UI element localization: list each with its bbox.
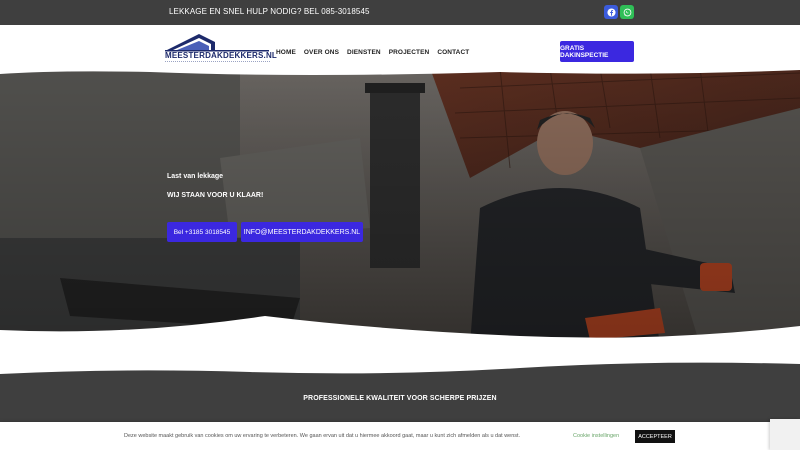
- cookie-text: Deze website maakt gebruik van cookies o…: [124, 433, 521, 439]
- quality-title: PROFESSIONELE KWALITEIT VOOR SCHERPE PRI…: [303, 395, 497, 402]
- logo-text: MEESTERDAKDEKKERS.NL: [165, 51, 278, 60]
- nav-projecten[interactable]: PROJECTEN: [389, 49, 430, 56]
- band-curve: [0, 360, 800, 374]
- site-header: MEESTERDAKDEKKERS.NL HOME OVER ONS DIENS…: [0, 25, 800, 70]
- facebook-button[interactable]: [604, 5, 618, 19]
- nav-home[interactable]: HOME: [276, 49, 296, 56]
- gratis-dakinspectie-button[interactable]: GRATIS DAKINSPECTIE: [560, 41, 634, 62]
- facebook-icon: [606, 7, 616, 17]
- page: LEKKAGE EN SNEL HULP NODIG? BEL 085-3018…: [0, 0, 800, 450]
- site-logo[interactable]: MEESTERDAKDEKKERS.NL: [165, 30, 277, 66]
- top-bar-text: LEKKAGE EN SNEL HULP NODIG? BEL 085-3018…: [169, 7, 370, 16]
- hero-subtitle: Last van lekkage: [167, 173, 224, 180]
- nav-diensten[interactable]: DIENSTEN: [347, 49, 381, 56]
- hero-section: Last van lekkage WIJ STAAN VOOR U KLAAR!…: [0, 68, 800, 345]
- whatsapp-button[interactable]: [620, 5, 634, 19]
- call-button[interactable]: Bel +3185 3018545: [167, 222, 237, 242]
- top-bar: LEKKAGE EN SNEL HULP NODIG? BEL 085-3018…: [0, 0, 800, 25]
- email-button[interactable]: INFO@MEESTERDAKDEKKERS.NL: [241, 222, 363, 242]
- nav-over-ons[interactable]: OVER ONS: [304, 49, 339, 56]
- nav-contact[interactable]: CONTACT: [437, 49, 469, 56]
- recaptcha-badge[interactable]: [770, 419, 800, 450]
- roof-logo-icon: [165, 34, 269, 52]
- hero-background-image: [0, 68, 800, 345]
- cookie-settings-link[interactable]: Cookie instellingen: [573, 433, 619, 439]
- hero-title: WIJ STAAN VOOR U KLAAR!: [167, 192, 264, 199]
- whatsapp-icon: [623, 8, 631, 16]
- cookie-accept-button[interactable]: ACCEPTEER: [635, 430, 675, 443]
- main-nav: HOME OVER ONS DIENSTEN PROJECTEN CONTACT: [276, 49, 469, 56]
- logo-divider: [165, 61, 270, 62]
- cookie-bar: Deze website maakt gebruik van cookies o…: [0, 422, 800, 450]
